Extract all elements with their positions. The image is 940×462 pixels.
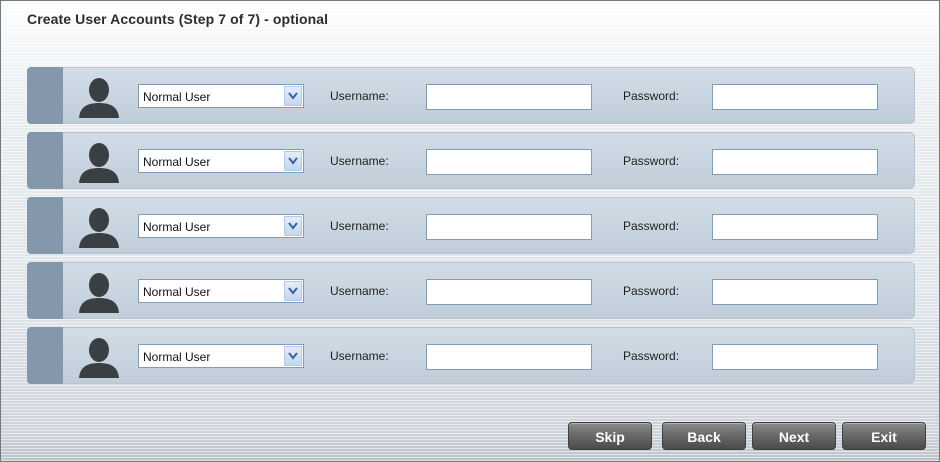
chevron-down-icon[interactable]: [284, 346, 302, 366]
password-input[interactable]: [712, 214, 878, 240]
row-handle: [27, 262, 63, 319]
user-avatar-icon: [79, 208, 119, 248]
chevron-down-icon[interactable]: [284, 216, 302, 236]
page-title: Create User Accounts (Step 7 of 7) - opt…: [27, 11, 329, 27]
next-button[interactable]: Next: [752, 422, 836, 450]
row-handle: [27, 132, 63, 189]
username-input[interactable]: [426, 279, 592, 305]
skip-button[interactable]: Skip: [568, 422, 652, 450]
wizard-panel: Create User Accounts (Step 7 of 7) - opt…: [0, 0, 940, 462]
row-handle: [27, 67, 63, 124]
username-input[interactable]: [426, 84, 592, 110]
username-label: Username:: [330, 284, 389, 298]
role-select[interactable]: Normal User: [138, 149, 304, 173]
user-avatar-icon: [79, 78, 119, 118]
role-select[interactable]: Normal User: [138, 279, 304, 303]
role-select[interactable]: Normal User: [138, 84, 304, 108]
user-row-1: Normal User Username: Password:: [27, 67, 915, 124]
row-handle: [27, 327, 63, 384]
role-select[interactable]: Normal User: [138, 214, 304, 238]
password-input[interactable]: [712, 279, 878, 305]
password-input[interactable]: [712, 344, 878, 370]
role-select-value: Normal User: [143, 220, 211, 234]
back-button[interactable]: Back: [662, 422, 746, 450]
username-input[interactable]: [426, 214, 592, 240]
password-label: Password:: [623, 284, 680, 298]
user-avatar-icon: [79, 273, 119, 313]
user-row-2: Normal User Username: Password:: [27, 132, 915, 189]
chevron-down-icon[interactable]: [284, 281, 302, 301]
password-label: Password:: [623, 89, 680, 103]
username-input[interactable]: [426, 344, 592, 370]
user-row-4: Normal User Username: Password:: [27, 262, 915, 319]
chevron-down-icon[interactable]: [284, 151, 302, 171]
role-select-value: Normal User: [143, 90, 211, 104]
password-input[interactable]: [712, 84, 878, 110]
role-select-value: Normal User: [143, 285, 211, 299]
password-label: Password:: [623, 349, 680, 363]
password-label: Password:: [623, 219, 680, 233]
chevron-down-icon[interactable]: [284, 86, 302, 106]
role-select[interactable]: Normal User: [138, 344, 304, 368]
user-row-5: Normal User Username: Password:: [27, 327, 915, 384]
role-select-value: Normal User: [143, 155, 211, 169]
password-input[interactable]: [712, 149, 878, 175]
username-input[interactable]: [426, 149, 592, 175]
user-avatar-icon: [79, 143, 119, 183]
username-label: Username:: [330, 219, 389, 233]
user-rows: Normal User Username: Password: Normal U…: [27, 67, 915, 392]
row-handle: [27, 197, 63, 254]
user-avatar-icon: [79, 338, 119, 378]
user-row-3: Normal User Username: Password:: [27, 197, 915, 254]
username-label: Username:: [330, 349, 389, 363]
password-label: Password:: [623, 154, 680, 168]
username-label: Username:: [330, 89, 389, 103]
role-select-value: Normal User: [143, 350, 211, 364]
username-label: Username:: [330, 154, 389, 168]
exit-button[interactable]: Exit: [842, 422, 926, 450]
